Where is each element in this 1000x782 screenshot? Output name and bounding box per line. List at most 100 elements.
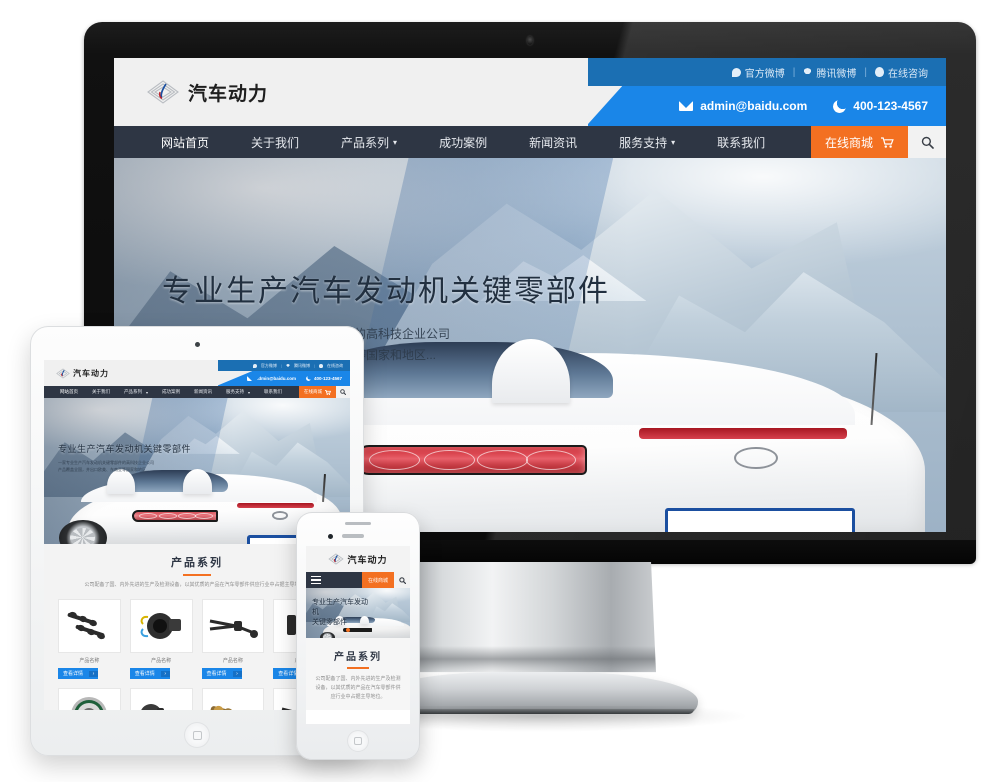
product-name: 产品名称 bbox=[151, 658, 172, 664]
topbar-link-consult[interactable]: 在线咨询 bbox=[875, 65, 928, 80]
product-card[interactable]: 产品名称 查看详情 › bbox=[129, 688, 193, 710]
phone-icon bbox=[305, 376, 311, 381]
product-name: 产品名称 bbox=[222, 658, 243, 664]
site-logo[interactable]: 汽车动力 bbox=[306, 546, 410, 572]
car-badge-icon bbox=[272, 510, 289, 520]
product-thumbnail bbox=[129, 599, 193, 653]
hamburger-menu-icon[interactable] bbox=[306, 572, 326, 588]
product-card[interactable]: 产品名称 查看详情 › bbox=[58, 599, 121, 679]
nav-label: 产品系列 bbox=[124, 389, 142, 394]
product-thumbnail bbox=[58, 599, 121, 653]
rhombus-logo-icon bbox=[56, 368, 70, 379]
product-detail-button[interactable]: 查看详情 › bbox=[129, 668, 170, 679]
nav-label: 产品系列 bbox=[341, 135, 390, 150]
nav-actions: 在线商城 bbox=[299, 386, 350, 398]
topbar-link-tencent-weibo[interactable]: 腾讯微博 bbox=[803, 65, 856, 80]
hero-subtitle: 一家专业生产汽车发动机关键零部件的高科技企业公司 产品覆盖全国，并出口欧美、东南… bbox=[58, 459, 191, 473]
qq-consult-icon bbox=[875, 67, 884, 77]
products-rule bbox=[183, 574, 211, 576]
chevron-down-icon: ▾ bbox=[671, 137, 676, 147]
topbar-link-label: 腾讯微博 bbox=[816, 68, 857, 80]
online-shop-button[interactable]: 在线商城 bbox=[299, 386, 336, 398]
car-third-brake-light bbox=[237, 503, 314, 508]
nav-item-about[interactable]: 关于我们 bbox=[85, 386, 117, 398]
product-card[interactable]: 产品名称 查看详情 › bbox=[201, 599, 265, 679]
monitor-stand-neck bbox=[408, 562, 656, 673]
products-heading: 产品系列 bbox=[334, 652, 382, 663]
qq-consult-icon bbox=[319, 363, 323, 368]
nav-item-cases[interactable]: 成功案例 bbox=[418, 126, 508, 158]
topbar-link-tencent-weibo[interactable]: 腾讯微博 bbox=[285, 363, 310, 369]
online-shop-label: 在线商城 bbox=[824, 135, 873, 150]
hero-copy: 专业生产汽车发动机 关键零部件 bbox=[312, 598, 370, 628]
product-card[interactable]: 产品名称 查看详情 › bbox=[58, 688, 121, 710]
search-icon bbox=[921, 136, 934, 149]
product-detail-label: 查看详情 bbox=[63, 671, 84, 677]
nav-item-news[interactable]: 新闻资讯 bbox=[508, 126, 598, 158]
contact-phone[interactable]: 400-123-4567 bbox=[833, 99, 928, 113]
nav-item-products[interactable]: 产品系列 ▾ bbox=[320, 126, 418, 158]
chevron-right-icon: › bbox=[232, 670, 242, 677]
hero-carousel-dot[interactable] bbox=[345, 628, 350, 632]
product-thumbnail bbox=[58, 688, 121, 710]
nav-item-contact[interactable]: 联系我们 bbox=[257, 386, 289, 398]
nav-item-news[interactable]: 新闻资讯 bbox=[187, 386, 219, 398]
rhombus-logo-icon bbox=[146, 79, 180, 105]
hero-subtitle-line1: 一家专业生产汽车发动机关键零部件的高科技企业公司 bbox=[58, 460, 154, 465]
contact-email-value: admin@baidu.com bbox=[255, 376, 296, 381]
nav-item-about[interactable]: 关于我们 bbox=[230, 126, 320, 158]
nav-item-support[interactable]: 服务支持 ▾ bbox=[598, 126, 696, 158]
nav-label: 网站首页 bbox=[60, 389, 78, 394]
product-card[interactable]: 产品名称 查看详情 › bbox=[129, 599, 193, 679]
site-logo-text: 汽车动力 bbox=[347, 554, 388, 565]
weibo-icon bbox=[731, 67, 741, 77]
phone-device: 汽车动力 在线商城 专业生产汽车发动机 关键零部件 产品系列 公司配备了国、内外… bbox=[296, 512, 420, 760]
online-shop-button[interactable]: 在线商城 bbox=[810, 126, 908, 158]
nav-item-products[interactable]: 产品系列 ▾ bbox=[117, 386, 155, 398]
search-button[interactable] bbox=[336, 386, 350, 398]
search-button[interactable] bbox=[394, 572, 410, 588]
contact-phone[interactable]: 400-123-4567 bbox=[305, 376, 342, 381]
nav-label: 关于我们 bbox=[251, 135, 300, 150]
phone-sensor bbox=[342, 534, 364, 538]
nav-item-home[interactable]: 网站首页 bbox=[140, 126, 230, 164]
nav-items: 网站首页 关于我们 产品系列 ▾ 成功案例 新闻资讯 服务支持 ▾ 联系我们 bbox=[140, 126, 786, 164]
main-navigation: 网站首页 关于我们 产品系列 ▾ 成功案例 新闻资讯 服务支持 ▾ 联系我们 在… bbox=[44, 386, 350, 404]
product-name: 产品名称 bbox=[79, 658, 100, 664]
chevron-right-icon: › bbox=[89, 670, 98, 677]
site-logo-text: 汽车动力 bbox=[73, 368, 109, 378]
nav-item-home[interactable]: 网站首页 bbox=[53, 386, 85, 404]
contact-email[interactable]: admin@baidu.com bbox=[246, 376, 296, 383]
nav-item-support[interactable]: 服务支持 ▾ bbox=[219, 386, 257, 398]
home-button-icon[interactable] bbox=[347, 730, 369, 752]
product-detail-label: 查看详情 bbox=[206, 671, 227, 677]
main-navigation: 网站首页 关于我们 产品系列 ▾ 成功案例 新闻资讯 服务支持 ▾ 联系我们 在… bbox=[114, 126, 946, 164]
top-bar-links: 官方微博 | 腾讯微博 | 在线咨询 bbox=[218, 360, 350, 371]
product-card[interactable]: 产品名称 查看详情 › bbox=[201, 688, 265, 710]
nav-actions: 在线商城 bbox=[810, 126, 946, 158]
nav-item-contact[interactable]: 联系我们 bbox=[696, 126, 786, 158]
product-thumbnail bbox=[201, 688, 265, 710]
topbar-link-consult[interactable]: 在线咨询 bbox=[319, 363, 343, 369]
site-logo[interactable]: 汽车动力 bbox=[44, 360, 109, 386]
clock-spring-icon bbox=[136, 608, 186, 644]
hero-title-line1: 专业生产汽车发动机 bbox=[312, 599, 368, 616]
hero-title: 专业生产汽车发动机关键零部件 bbox=[162, 275, 610, 308]
website-mobile: 汽车动力 在线商城 专业生产汽车发动机 关键零部件 产品系列 公司配备了国、内外… bbox=[306, 546, 410, 724]
topbar-link-weibo[interactable]: 官方微博 bbox=[252, 362, 277, 369]
contact-phone-value: 400-123-4567 bbox=[853, 99, 928, 113]
home-button-icon[interactable] bbox=[184, 722, 210, 748]
contact-email[interactable]: admin@baidu.com bbox=[679, 99, 807, 113]
taillight-lens bbox=[139, 512, 158, 519]
search-button[interactable] bbox=[908, 126, 946, 158]
site-logo[interactable]: 汽车动力 bbox=[114, 58, 268, 126]
mail-icon bbox=[246, 376, 261, 383]
online-shop-button[interactable]: 在线商城 bbox=[361, 572, 394, 588]
topbar-link-label: 官方微博 bbox=[260, 362, 277, 368]
product-detail-button[interactable]: 查看详情 › bbox=[201, 668, 242, 679]
nav-item-cases[interactable]: 成功案例 bbox=[155, 386, 187, 398]
topbar-link-weibo[interactable]: 官方微博 bbox=[731, 65, 785, 80]
topbar-link-label: 官方微博 bbox=[744, 68, 785, 80]
product-detail-button[interactable]: 查看详情 › bbox=[58, 668, 98, 679]
weibo-icon bbox=[252, 363, 257, 368]
